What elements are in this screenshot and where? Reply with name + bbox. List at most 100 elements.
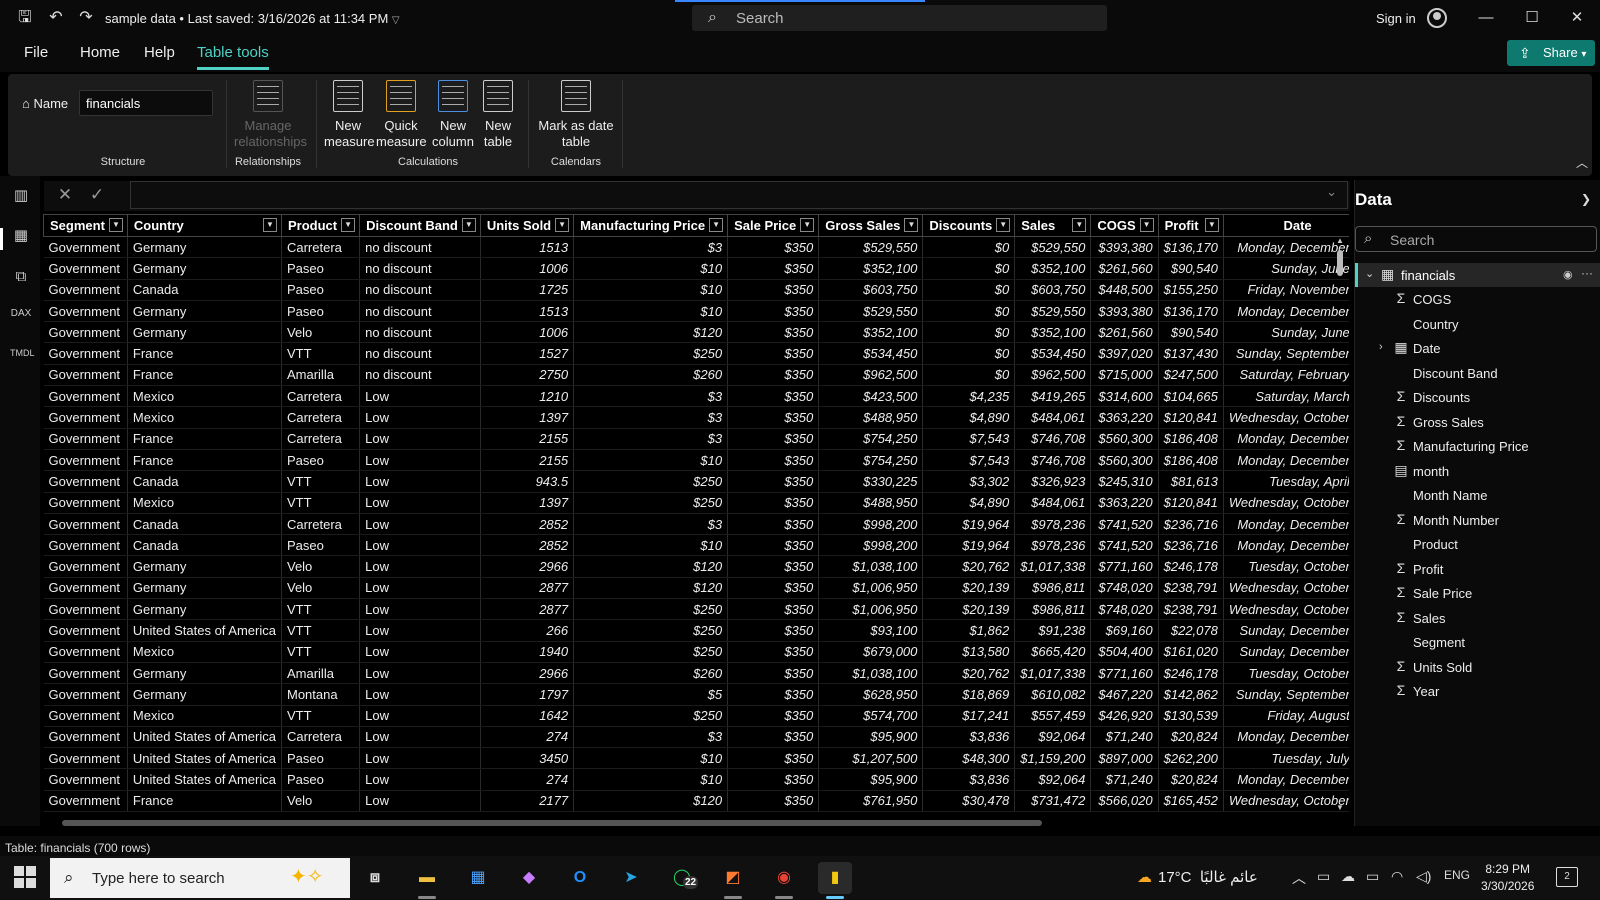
table-cell[interactable]: $161,020 — [1158, 641, 1224, 663]
table-cell[interactable]: $426,920 — [1090, 705, 1159, 727]
table-cell[interactable]: $731,472 — [1014, 790, 1092, 813]
table-cell[interactable]: $69,160 — [1090, 619, 1159, 642]
table-cell[interactable]: $628,950 — [818, 683, 924, 706]
windows-start-icon[interactable] — [14, 866, 38, 890]
table-cell[interactable]: Sunday, September 1, 20 — [1223, 342, 1349, 365]
column-header[interactable]: Discount Band ▼ — [359, 214, 481, 237]
report-view-icon[interactable]: ▥ — [10, 186, 32, 206]
table-cell[interactable]: $4,890 — [922, 406, 1016, 429]
table-cell[interactable]: Low — [359, 705, 481, 727]
field-item[interactable]: Σ Manufacturing Price — [1355, 434, 1600, 458]
chevron-down-icon[interactable]: ⌄ — [1326, 184, 1337, 200]
table-cell[interactable]: $260 — [573, 662, 729, 685]
table-cell[interactable]: 1397 — [480, 492, 575, 514]
table-cell[interactable]: Government — [43, 300, 128, 323]
table-cell[interactable]: France — [127, 449, 282, 472]
table-row[interactable]: Government France VTT no discount 1527 $250 $3… — [43, 342, 1349, 365]
field-item[interactable]: Country — [1355, 312, 1600, 336]
table-cell[interactable]: Low — [359, 406, 481, 429]
table-cell[interactable]: Low — [359, 534, 481, 557]
table-cell[interactable]: Paseo — [281, 768, 361, 791]
field-item[interactable]: Discount Band — [1355, 361, 1600, 385]
table-cell[interactable]: $22,078 — [1158, 619, 1224, 642]
table-cell[interactable]: $250 — [573, 705, 729, 727]
table-cell[interactable]: $91,238 — [1014, 619, 1092, 642]
table-cell[interactable]: $488,950 — [818, 492, 924, 514]
table-cell[interactable]: $350 — [727, 662, 820, 685]
chevron-right-icon[interactable]: › — [1379, 341, 1383, 353]
table-cell[interactable]: Carretera — [281, 513, 361, 536]
table-cell[interactable]: $5 — [573, 683, 729, 706]
filter-dropdown-icon[interactable]: ▼ — [108, 218, 123, 232]
table-cell[interactable]: no discount — [359, 364, 481, 387]
table-row[interactable]: Government Canada Carretera Low 2852 $3 $350 $9… — [43, 513, 1349, 536]
table-cell[interactable]: $137,430 — [1158, 342, 1224, 365]
table-cell[interactable]: $250 — [573, 598, 729, 621]
table-cell[interactable]: $467,220 — [1090, 683, 1159, 706]
table-cell[interactable]: $20,824 — [1158, 726, 1224, 749]
table-cell[interactable]: $326,923 — [1014, 470, 1092, 493]
table-cell[interactable]: $350 — [727, 683, 820, 706]
table-cell[interactable]: Velo — [281, 321, 361, 344]
chrome-icon[interactable]: ◉ — [767, 862, 801, 899]
table-cell[interactable]: $1,207,500 — [818, 747, 924, 770]
table-cell[interactable]: Wednesday, October 1, 20 — [1223, 577, 1349, 600]
table-row[interactable]: Government United States of America VTT Low… — [43, 619, 1349, 642]
table-cell[interactable]: $81,613 — [1158, 470, 1224, 493]
table-cell[interactable]: $1,862 — [922, 619, 1016, 642]
table-cell[interactable]: $142,862 — [1158, 683, 1224, 706]
table-cell[interactable]: $350 — [727, 534, 820, 557]
filter-dropdown-icon[interactable]: ▼ — [1072, 218, 1087, 232]
table-cell[interactable]: Canada — [127, 534, 282, 557]
table-cell[interactable]: $3 — [573, 513, 729, 536]
table-cell[interactable]: 1513 — [480, 236, 575, 259]
column-header[interactable]: Discounts ▼ — [922, 214, 1016, 237]
table-cell[interactable]: $560,300 — [1090, 428, 1159, 450]
table-cell[interactable]: Mexico — [127, 492, 282, 514]
share-button[interactable]: ⇪ Share ▾ — [1507, 40, 1595, 66]
table-cell[interactable]: $13,580 — [922, 641, 1016, 663]
table-cell[interactable]: $352,100 — [818, 321, 924, 344]
table-cell[interactable]: $261,560 — [1090, 321, 1159, 344]
field-item[interactable]: ▤ month — [1355, 459, 1600, 483]
column-header[interactable]: Sale Price ▼ — [727, 214, 820, 237]
table-cell[interactable]: Low — [359, 641, 481, 663]
table-cell[interactable]: Germany — [127, 662, 282, 685]
table-cell[interactable]: $1,006,950 — [818, 598, 924, 621]
show-hidden-icons-icon[interactable]: ︿ — [1292, 868, 1306, 888]
minimize-icon[interactable]: — — [1471, 6, 1501, 30]
table-cell[interactable]: $350 — [727, 747, 820, 770]
table-cell[interactable]: $136,170 — [1158, 300, 1224, 323]
table-cell[interactable]: 1527 — [480, 342, 575, 365]
filter-dropdown-icon[interactable]: ▼ — [262, 218, 277, 232]
table-cell[interactable]: Low — [359, 662, 481, 685]
table-cell[interactable]: $120,841 — [1158, 406, 1224, 429]
table-cell[interactable]: 274 — [480, 768, 575, 791]
table-cell[interactable]: Government — [43, 321, 128, 344]
column-header[interactable]: Country ▼ — [126, 214, 282, 237]
quick-measure-button[interactable]: Quick measure — [376, 80, 427, 150]
table-cell[interactable]: 2155 — [480, 428, 575, 450]
save-icon[interactable]: 🖫 — [15, 8, 35, 28]
table-cell[interactable]: VTT — [281, 598, 361, 621]
table-row[interactable]: Government France Carretera Low 2155 $3 $350 $7… — [43, 428, 1349, 450]
table-cell[interactable]: $350 — [727, 257, 820, 280]
table-cell[interactable]: VTT — [281, 641, 361, 663]
table-cell[interactable]: Montana — [281, 683, 361, 706]
table-cell[interactable]: Sunday, June 1, 20 — [1223, 321, 1349, 344]
table-cell[interactable]: Low — [359, 768, 481, 791]
table-cell[interactable]: $363,220 — [1090, 406, 1159, 429]
table-cell[interactable]: $748,020 — [1090, 577, 1159, 600]
telegram-icon[interactable]: ➤ — [614, 862, 648, 894]
table-cell[interactable]: $130,539 — [1158, 705, 1224, 727]
collapse-pane-icon[interactable]: ❯ — [1581, 192, 1591, 206]
table-cell[interactable]: Carretera — [281, 236, 361, 259]
table-cell[interactable]: Mexico — [127, 641, 282, 663]
table-cell[interactable]: $93,100 — [818, 619, 924, 642]
table-row[interactable]: Government France Velo Low 2177 $120 $350 $761,… — [43, 790, 1349, 813]
table-cell[interactable]: Government — [43, 768, 128, 791]
table-cell[interactable]: $186,408 — [1158, 449, 1224, 472]
notification-center-icon[interactable]: 2 — [1556, 867, 1578, 887]
meet-now-icon[interactable]: ▭ — [1317, 868, 1330, 885]
table-cell[interactable]: $3,836 — [922, 726, 1016, 749]
